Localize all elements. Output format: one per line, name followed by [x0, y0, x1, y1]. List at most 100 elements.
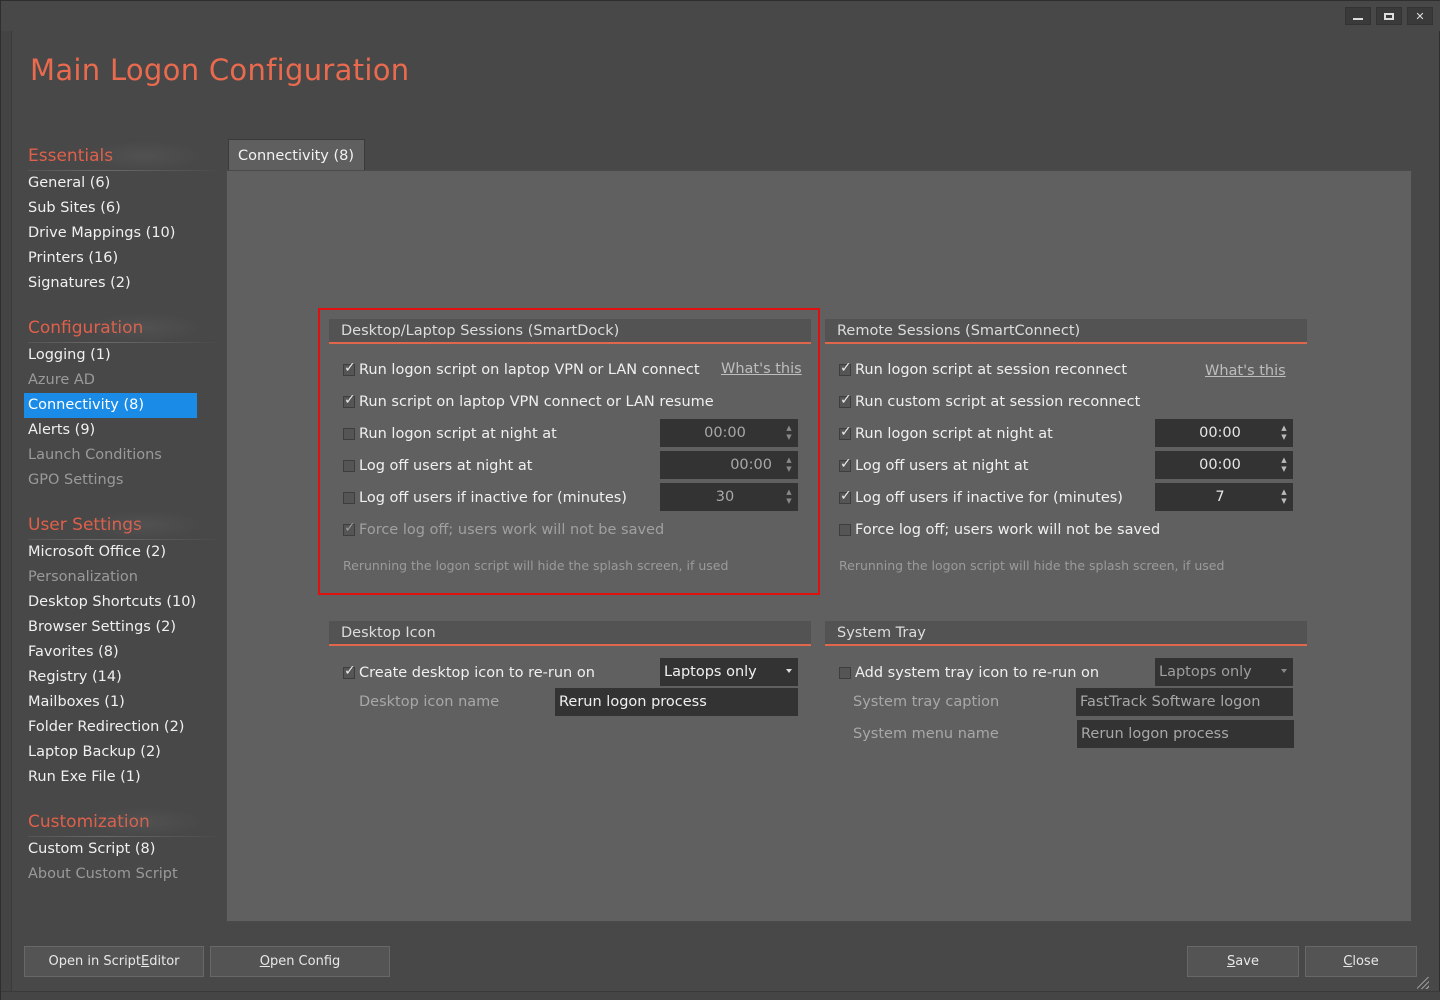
checkbox[interactable]: [343, 460, 355, 472]
system-tray-run-on-select[interactable]: Laptops only: [1155, 658, 1293, 686]
select-value: Laptops only: [664, 664, 757, 680]
up-arrow-icon[interactable]: ▲: [1281, 488, 1286, 497]
sidebar-item-run-exe-file[interactable]: Run Exe File (1): [24, 765, 224, 790]
option-run-logon-night[interactable]: Run logon script at night at: [343, 421, 557, 447]
spin-arrows[interactable]: ▲ ▼: [780, 451, 798, 479]
sidebar-item-connectivity[interactable]: Connectivity (8): [24, 393, 197, 418]
checkbox[interactable]: [343, 492, 355, 504]
up-arrow-icon[interactable]: ▲: [786, 456, 791, 465]
spin-arrows[interactable]: ▲ ▼: [1275, 451, 1293, 479]
option-run-logon-vpn-lan[interactable]: Run logon script on laptop VPN or LAN co…: [343, 357, 700, 383]
checkbox[interactable]: [839, 392, 852, 408]
whats-this-link[interactable]: What's this: [1205, 363, 1286, 379]
sidebar-item-laptop-backup[interactable]: Laptop Backup (2): [24, 740, 224, 765]
up-arrow-icon[interactable]: ▲: [786, 488, 791, 497]
option-add-system-tray-icon[interactable]: Add system tray icon to re-run on: [839, 660, 1099, 686]
checkbox[interactable]: [343, 360, 356, 376]
option-run-custom-reconnect[interactable]: Run custom script at session reconnect: [839, 389, 1140, 415]
checkbox[interactable]: [839, 524, 851, 536]
splash-note: Rerunning the logon script will hide the…: [839, 558, 1225, 573]
checkbox[interactable]: [839, 360, 852, 376]
option-logoff-night[interactable]: Log off users at night at: [839, 453, 1028, 479]
spin-arrows[interactable]: ▲ ▼: [1275, 419, 1293, 447]
down-arrow-icon[interactable]: ▼: [786, 433, 791, 442]
option-run-script-vpn-resume[interactable]: Run script on laptop VPN connect or LAN …: [343, 389, 714, 415]
option-run-logon-night[interactable]: Run logon script at night at: [839, 421, 1053, 447]
sidebar-item-general[interactable]: General (6): [24, 171, 224, 196]
close-button[interactable]: Close: [1305, 946, 1417, 977]
sidebar-item-desktop-shortcuts[interactable]: Desktop Shortcuts (10): [24, 590, 224, 615]
checkbox[interactable]: [839, 667, 851, 679]
sidebar-item-registry[interactable]: Registry (14): [24, 665, 224, 690]
inactive-minutes-input[interactable]: 30 ▲ ▼: [660, 483, 798, 511]
open-config-button[interactable]: Open Config: [210, 946, 390, 977]
close-icon: ✕: [1415, 9, 1425, 23]
sidebar-section-essentials: Essentials General (6) Sub Sites (6) Dri…: [24, 141, 224, 296]
option-logoff-night[interactable]: Log off users at night at: [343, 453, 532, 479]
chevron-down-icon: [786, 669, 792, 673]
sidebar-item-signatures[interactable]: Signatures (2): [24, 271, 224, 296]
open-in-script-editor-button[interactable]: Open in Script Editor: [24, 946, 204, 977]
up-arrow-icon[interactable]: ▲: [786, 424, 791, 433]
desktop-icon-name-input[interactable]: Rerun logon process: [555, 688, 798, 716]
maximize-button[interactable]: [1376, 7, 1402, 25]
sidebar-item-launch-conditions[interactable]: Launch Conditions: [24, 443, 224, 468]
accelerator-key: S: [1227, 954, 1236, 969]
system-menu-name-input[interactable]: Rerun logon process: [1077, 720, 1294, 748]
time-value: 00:00: [730, 457, 772, 473]
sidebar-item-gpo-settings[interactable]: GPO Settings: [24, 468, 224, 493]
whats-this-link[interactable]: What's this: [721, 361, 802, 377]
down-arrow-icon[interactable]: ▼: [786, 497, 791, 506]
checkbox[interactable]: [839, 456, 852, 472]
spin-arrows[interactable]: ▲ ▼: [780, 419, 798, 447]
option-create-desktop-icon[interactable]: Create desktop icon to re-run on: [343, 660, 595, 686]
sidebar-item-microsoft-office[interactable]: Microsoft Office (2): [24, 540, 224, 565]
night-logon-time-input[interactable]: 00:00 ▲ ▼: [660, 419, 798, 447]
system-menu-name-label: System menu name: [853, 726, 999, 742]
spin-arrows[interactable]: ▲ ▼: [780, 483, 798, 511]
option-force-logoff[interactable]: Force log off; users work will not be sa…: [839, 517, 1160, 543]
sidebar-item-personalization[interactable]: Personalization: [24, 565, 224, 590]
sidebar-item-mailboxes[interactable]: Mailboxes (1): [24, 690, 224, 715]
sidebar-item-alerts[interactable]: Alerts (9): [24, 418, 224, 443]
down-arrow-icon[interactable]: ▼: [1281, 497, 1286, 506]
close-window-button[interactable]: ✕: [1407, 7, 1433, 25]
option-label: Force log off; users work will not be sa…: [855, 522, 1161, 538]
sidebar-item-about-custom-script[interactable]: About Custom Script: [24, 862, 224, 887]
down-arrow-icon[interactable]: ▼: [786, 465, 791, 474]
option-logoff-inactive[interactable]: Log off users if inactive for (minutes): [343, 485, 627, 511]
down-arrow-icon[interactable]: ▼: [1281, 465, 1286, 474]
inactive-minutes-input[interactable]: 7 ▲ ▼: [1155, 483, 1293, 511]
sidebar-item-printers[interactable]: Printers (16): [24, 246, 224, 271]
minimize-button[interactable]: [1345, 7, 1371, 25]
tab-connectivity[interactable]: Connectivity (8): [228, 139, 365, 171]
up-arrow-icon[interactable]: ▲: [1281, 456, 1286, 465]
sidebar-item-custom-script[interactable]: Custom Script (8): [24, 837, 224, 862]
checkbox[interactable]: [839, 424, 852, 440]
option-run-logon-reconnect[interactable]: Run logon script at session reconnect: [839, 357, 1127, 383]
sidebar-item-logging[interactable]: Logging (1): [24, 343, 224, 368]
night-logon-time-input[interactable]: 00:00 ▲ ▼: [1155, 419, 1293, 447]
checkbox[interactable]: [343, 428, 355, 440]
sidebar-item-sub-sites[interactable]: Sub Sites (6): [24, 196, 224, 221]
save-button[interactable]: Save: [1187, 946, 1299, 977]
option-logoff-inactive[interactable]: Log off users if inactive for (minutes): [839, 485, 1123, 511]
up-arrow-icon[interactable]: ▲: [1281, 424, 1286, 433]
sidebar-item-favorites[interactable]: Favorites (8): [24, 640, 224, 665]
sidebar-section-customization: Customization Custom Script (8) About Cu…: [24, 807, 224, 887]
system-tray-caption-input[interactable]: FastTrack Software logon: [1076, 688, 1293, 716]
sidebar-item-folder-redirection[interactable]: Folder Redirection (2): [24, 715, 224, 740]
down-arrow-icon[interactable]: ▼: [1281, 433, 1286, 442]
desktop-icon-run-on-select[interactable]: Laptops only: [660, 658, 798, 686]
checkbox[interactable]: [343, 392, 356, 408]
sidebar-item-azure-ad[interactable]: Azure AD: [24, 368, 224, 393]
title-bar[interactable]: ✕: [1, 1, 1440, 31]
night-logoff-time-input[interactable]: 00:00 ▲ ▼: [1155, 451, 1293, 479]
sidebar-item-browser-settings[interactable]: Browser Settings (2): [24, 615, 224, 640]
night-logoff-time-input[interactable]: 00:00 ▲ ▼: [660, 451, 798, 479]
resize-grip-icon[interactable]: [1417, 977, 1429, 989]
spin-arrows[interactable]: ▲ ▼: [1275, 483, 1293, 511]
sidebar-item-drive-mappings[interactable]: Drive Mappings (10): [24, 221, 224, 246]
checkbox[interactable]: [343, 663, 356, 679]
checkbox[interactable]: [839, 488, 852, 504]
